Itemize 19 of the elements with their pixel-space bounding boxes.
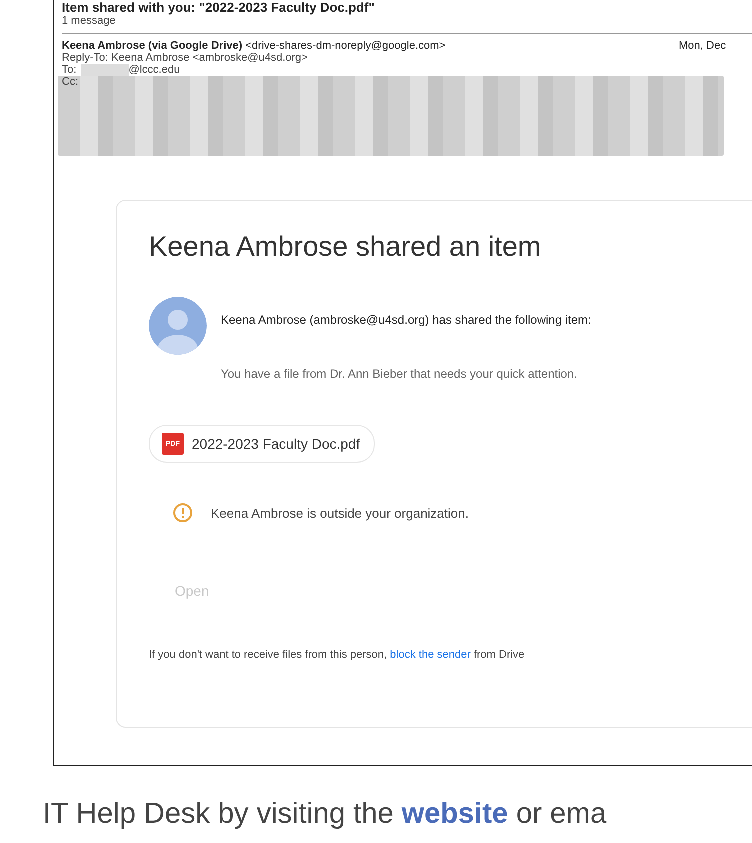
website-link[interactable]: website [402, 798, 508, 830]
avatar-icon [149, 297, 207, 355]
block-sender-link[interactable]: block the sender [390, 649, 471, 661]
to-label: To: [62, 64, 77, 76]
footer-text: If you don't want to receive files from this person, block the sender from Drive [149, 649, 526, 661]
warning-icon [173, 503, 193, 523]
message-count: 1 message [62, 15, 117, 27]
sender-address: <drive-shares-dm-noreply@google.com> [246, 40, 446, 52]
email-subject: Item shared with you: "2022-2023 Faculty Doc.pdf" [62, 0, 376, 15]
cc-label: Cc: [62, 76, 78, 88]
email-date: Mon, Dec [679, 40, 728, 52]
recipient-domain: @lccc.edu [128, 64, 180, 76]
reply-to-line: Reply-To: Keena Ambrose <ambroske@u4sd.org> [62, 52, 309, 64]
warning-text: Keena Ambrose is outside your organization. [211, 506, 469, 520]
card-title: Keena Ambrose shared an item [149, 231, 542, 263]
sender-name: Keena Ambrose (via Google Drive) [62, 40, 243, 52]
caption-text: IT Help Desk by visiting the website or ema [43, 798, 608, 831]
shared-message: Keena Ambrose (ambroske@u4sd.org) has shared the following item: [221, 313, 592, 327]
note-text: You have a file from Dr. Ann Bieber that needs your quick attention. [221, 367, 578, 381]
